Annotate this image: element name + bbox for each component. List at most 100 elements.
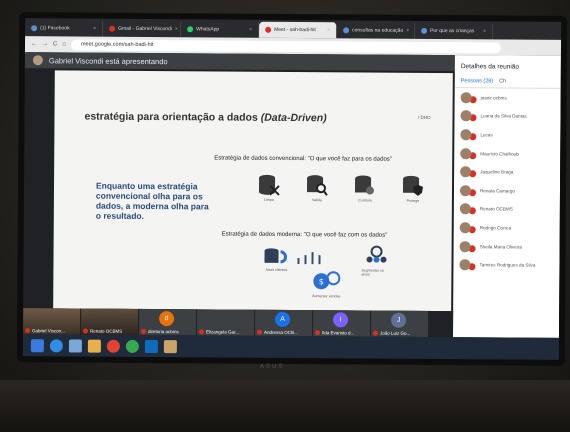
avatar: d [159,311,175,327]
close-icon[interactable]: × [327,27,330,33]
close-icon[interactable]: × [249,27,252,33]
clean-item: Limpa [254,174,284,202]
avatar [460,91,472,104]
close-icon[interactable]: × [406,28,409,34]
page-icon [343,27,350,34]
tab-people[interactable]: Pessoas (28) [461,78,493,84]
list-item[interactable]: joanir ocbms [455,88,561,107]
chrome-icon[interactable] [125,339,139,353]
person-name: Maurício Chalhoub [480,150,519,157]
list-item[interactable]: Lucas [454,125,560,144]
attract-item: Atrair clientes [261,248,291,272]
sales-item: $ Aumentar vendas [311,270,341,298]
avatar [460,147,472,159]
person-name: Luana da Silva Dantas [480,113,527,120]
avatar: A [275,311,291,327]
person-name: Lucas [480,132,493,138]
tab-gmail[interactable]: Gmail - Gabriel Viscondi × [103,20,182,38]
database-shield-icon [402,175,424,196]
participant-name: Ilda Evaristo d... [314,330,354,336]
close-icon[interactable]: × [175,26,178,32]
list-item[interactable]: Renata Camargo [454,181,560,200]
svg-text:$: $ [319,277,324,286]
control-item: Controla [350,174,380,203]
modern-label: Estratégia de dados moderna: "O que você… [221,231,388,239]
person-name: Tamires Rodrigues da Silva [479,262,536,268]
tab-facebook[interactable]: (1) Facebook × [25,20,104,37]
mic-off-icon [24,328,31,334]
store-icon[interactable] [68,338,82,353]
slide-body-text: Enquanto uma estratégia convencional olh… [95,180,209,221]
participant-name: Andressa OCB... [256,329,298,335]
close-icon[interactable]: × [93,26,96,32]
person-name: Rodrigo Correa [479,225,512,231]
mic-off-icon [140,328,147,334]
slide-title: estratégia para orientação a dados (Data… [84,110,327,125]
forward-icon[interactable]: → [42,41,48,47]
person-name: Sheila Maria Oliveira [479,243,523,250]
list-item[interactable]: Renato OCBMS [454,200,560,219]
participant-tile[interactable]: J João Luiz Go... [370,310,430,337]
avatar: I [333,312,349,328]
presenter-bar: Gabriel Viscondi está apresentando [24,52,455,72]
participant-tile[interactable]: I Ilda Evaristo d... [312,310,372,337]
reload-icon[interactable]: C [53,41,57,47]
panel-tabs: Pessoas (28) Ch [454,74,561,89]
outlook-icon[interactable] [144,339,158,353]
back-icon[interactable]: ← [31,41,37,47]
tab-chat[interactable]: Ch [499,78,506,84]
participant-tile[interactable]: A Andressa OCB... [254,309,314,337]
windows-start-icon[interactable] [30,338,44,352]
people-list: joanir ocbms Luana da Silva Dantas Lucas Ma… [453,88,560,275]
edge-icon[interactable] [49,338,63,352]
list-item[interactable]: Jaqueline Braga [454,163,560,182]
mic-off-icon [314,330,321,336]
person-name: joanir ocbms [480,95,507,101]
participant-strip: Gabriel Viscon... Renato OCBMS d diretoria … [22,308,454,338]
participant-name: João Luiz Go... [372,330,410,336]
presenting-label: Gabriel Viscondi está apresentando [48,55,168,66]
page-icon [421,27,428,34]
person-name: Renato OCBMS [479,206,513,212]
paint-icon[interactable] [163,339,177,353]
gmail-icon [109,25,116,32]
tab-article-2[interactable]: Por que as crianças × [415,22,494,40]
list-item[interactable]: Maurício Chalhoub [454,144,560,163]
screen: (1) Facebook × Gmail - Gabriel Viscondi × … [22,18,562,360]
money-gear-icon: $ [313,271,341,290]
target-people-icon [366,245,387,263]
list-item[interactable]: Rodrigo Correa [454,218,560,237]
panel-title: Detalhes da reunião [460,63,520,71]
avatar [460,129,472,141]
close-icon[interactable]: × [483,28,486,34]
list-item[interactable]: Sheila Maria Oliveira [454,237,560,256]
participant-name: diretoria ocbms [140,328,179,334]
participant-tile[interactable]: Elizangela Gar... [196,309,256,336]
conventional-label: Estratégia de dados convencional: "O que… [214,155,392,163]
windows-taskbar [22,334,559,360]
avatar [459,222,471,234]
meeting-details-panel: Detalhes da reunião Pessoas (28) Ch joan… [452,55,561,338]
home-icon[interactable]: ⌂ [62,41,66,47]
participant-name: Elizangela Gar... [198,329,239,335]
monitor: (1) Facebook × Gmail - Gabriel Viscondi × … [16,12,568,366]
participant-tile[interactable]: Gabriel Viscon... [22,308,82,335]
tab-article[interactable]: consultas na educação × [337,22,416,39]
people-bars-icon [297,252,321,265]
list-item[interactable]: Luana da Silva Dantas [454,107,560,126]
validate-item: Valida [302,174,332,202]
presentation-slide: estratégia para orientação a dados (Data… [53,70,453,312]
participant-tile[interactable]: d diretoria ocbms [138,308,198,336]
folder-icon[interactable] [87,339,101,353]
conventional-icons: Limpa Valida Controla Protege [254,174,428,203]
avatar [459,240,471,252]
url-input[interactable]: meet.google.com/sah-badi-hit [70,38,502,53]
list-item[interactable]: Tamires Rodrigues da Silva [453,255,559,274]
chrome-icon[interactable] [106,339,120,353]
facebook-icon [31,25,38,32]
mic-off-icon [372,330,379,336]
avatar [459,184,472,197]
tab-meet[interactable]: Meet - sah-badi-hit × [259,21,338,39]
tab-whatsapp[interactable]: WhatsApp × [181,21,260,38]
participant-tile[interactable]: Renato OCBMS [80,308,140,335]
